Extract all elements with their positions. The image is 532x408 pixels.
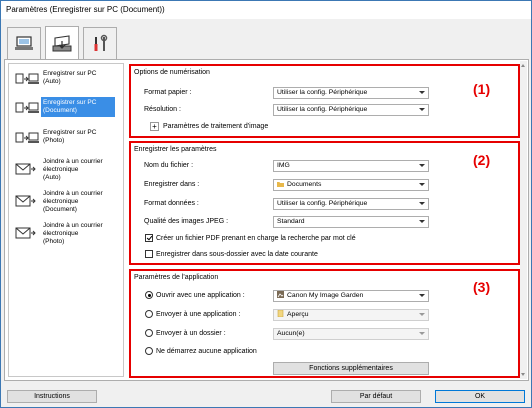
computer-scan-icon (15, 35, 33, 50)
tab-scan-from-panel[interactable] (45, 26, 79, 60)
tab-scan-from-computer[interactable] (7, 27, 41, 59)
save-pc-icon (15, 132, 39, 143)
sidebar: Enregistrer sur PC (Auto) Enregistrer su… (8, 63, 124, 377)
email-icon (15, 163, 36, 175)
sidebar-item-save-pc-auto[interactable]: Enregistrer sur PC (Auto) (9, 68, 123, 98)
email-icon (15, 195, 36, 207)
tab-general-settings[interactable] (83, 27, 117, 59)
save-pc-icon (15, 73, 39, 84)
sidebar-item-email-auto[interactable]: Joindre à un courrier électronique (Auto… (9, 156, 123, 188)
settings-window: Paramètres (Enregistrer sur PC (Document… (0, 0, 532, 408)
sidebar-item-label: Enregistrer sur PC (Document) (41, 97, 115, 117)
annotation-box-1 (129, 64, 520, 138)
sidebar-item-save-pc-document[interactable]: Enregistrer sur PC (Document) (9, 97, 123, 127)
annotation-marker-2: (2) (473, 152, 491, 168)
ok-button[interactable]: OK (435, 390, 525, 403)
main-panel: Enregistrer sur PC (Auto) Enregistrer su… (4, 59, 529, 381)
scroll-down-icon[interactable] (521, 373, 525, 376)
scroll-up-icon[interactable] (521, 64, 525, 67)
sidebar-item-label: Joindre à un courrier électronique (Phot… (43, 222, 103, 245)
vertical-scrollbar[interactable] (520, 61, 527, 379)
email-icon (15, 227, 36, 239)
default-button[interactable]: Par défaut (331, 390, 421, 403)
window-title: Paramètres (Enregistrer sur PC (Document… (1, 1, 531, 19)
annotation-marker-1: (1) (473, 81, 491, 97)
settings-content: Options de numérisation Format papier : … (129, 63, 521, 378)
annotation-box-2 (129, 141, 520, 265)
sidebar-item-label: Joindre à un courrier électronique (Auto… (43, 158, 103, 181)
annotation-box-3 (129, 269, 520, 378)
sidebar-item-email-photo[interactable]: Joindre à un courrier électronique (Phot… (9, 220, 123, 252)
save-pc-icon (15, 102, 39, 113)
scanner-panel-icon (52, 34, 72, 51)
sidebar-item-label: Joindre à un courrier électronique (Docu… (43, 190, 103, 213)
tools-icon (94, 34, 108, 51)
sidebar-item-label: Enregistrer sur PC (Auto) (43, 70, 97, 85)
annotation-marker-3: (3) (473, 279, 491, 295)
sidebar-item-label: Enregistrer sur PC (Photo) (43, 129, 97, 144)
instructions-button[interactable]: Instructions (7, 390, 97, 403)
sidebar-item-save-pc-photo[interactable]: Enregistrer sur PC (Photo) (9, 127, 123, 157)
sidebar-item-email-document[interactable]: Joindre à un courrier électronique (Docu… (9, 188, 123, 220)
